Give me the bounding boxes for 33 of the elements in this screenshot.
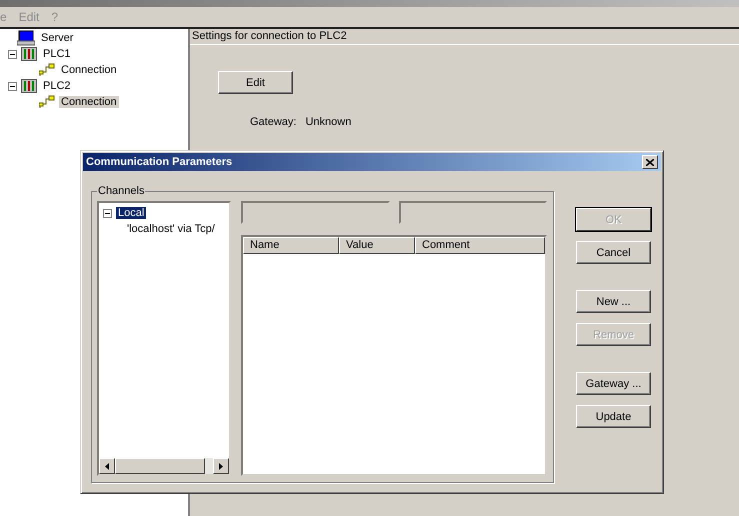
tree-item[interactable]: Connection (59, 96, 119, 108)
tree-item[interactable]: Connection (59, 64, 119, 76)
channel-tree[interactable]: Local 'localhost' via Tcp/ (97, 201, 231, 476)
tree-item[interactable]: Server (39, 32, 76, 44)
column-header[interactable]: Value (339, 237, 415, 254)
panel-header: Settings for connection to PLC2 (190, 29, 739, 45)
tree-item[interactable]: 'localhost' via Tcp/ (125, 223, 217, 235)
collapse-icon[interactable] (103, 208, 112, 218)
close-icon (646, 158, 654, 166)
collapse-icon[interactable] (8, 82, 17, 90)
dialog-button[interactable]: Cancel (576, 241, 651, 264)
group-label: Channels (97, 185, 146, 197)
dialog-title: Communication Parameters (86, 156, 232, 168)
tree-item[interactable]: Local (116, 207, 146, 219)
collapse-icon[interactable] (8, 50, 17, 58)
right-arrow-icon (219, 462, 223, 470)
computer-icon (17, 30, 35, 46)
left-arrow-icon (105, 462, 109, 470)
edit-button[interactable]: Edit (218, 71, 293, 94)
column-header[interactable]: Comment (415, 237, 545, 254)
rack-icon (21, 79, 37, 93)
column-header[interactable]: Name (243, 237, 339, 254)
tree-item[interactable]: PLC2 (41, 80, 73, 92)
scrollbar[interactable] (99, 458, 229, 474)
gateway-value: Unknown (305, 116, 352, 128)
tree-item[interactable]: PLC1 (41, 48, 73, 60)
gateway-label: Gateway: (250, 116, 296, 128)
plug-icon (39, 63, 55, 77)
close-button[interactable] (642, 155, 658, 169)
dialog-button[interactable]: New ... (576, 290, 651, 313)
plug-icon (39, 95, 55, 109)
dialog-button[interactable]: Update (576, 405, 651, 428)
dialog-button[interactable]: Gateway ... (576, 372, 651, 395)
